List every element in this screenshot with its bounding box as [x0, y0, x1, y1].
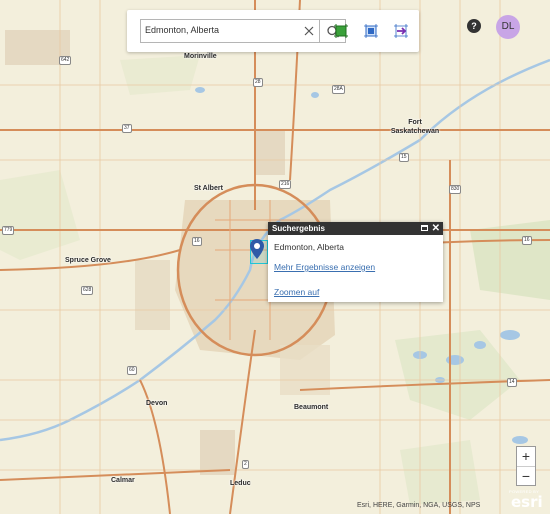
zoom-control: + −: [516, 446, 536, 486]
extent-icon[interactable]: [363, 23, 379, 39]
place-fort-saskatchewan: Fort Saskatchewan: [385, 118, 445, 136]
popup-result-name: Edmonton, Alberta: [274, 242, 344, 252]
more-results-link[interactable]: Mehr Ergebnisse anzeigen: [274, 262, 375, 272]
search-result-popup: Suchergebnis ✕ Edmonton, Alberta Mehr Er…: [268, 222, 443, 302]
place-fort-saskatchewan-label: Fort Saskatchewan: [390, 119, 440, 135]
highway-shield: 642: [59, 56, 72, 65]
highway-shield: 28A: [332, 85, 345, 94]
map-pin-icon[interactable]: [250, 239, 264, 259]
popup-title: Suchergebnis: [272, 224, 325, 233]
move-to-icon[interactable]: [393, 23, 409, 39]
esri-logo-name: esri: [511, 493, 543, 511]
place-calmar: Calmar: [111, 477, 135, 484]
highway-shield: 16: [522, 236, 532, 245]
highway-shield: 16: [192, 237, 202, 246]
highway-shield: 830: [449, 185, 462, 194]
popup-header: Suchergebnis ✕: [268, 222, 443, 235]
user-avatar[interactable]: DL: [496, 15, 520, 39]
search-toolbar: Edmonton, Alberta: [127, 10, 419, 52]
map-attribution: Esri, HERE, Garmin, NGA, USGS, NPS: [357, 502, 481, 509]
highway-shield: 60: [127, 366, 137, 375]
place-leduc: Leduc: [230, 480, 251, 487]
search-input[interactable]: Edmonton, Alberta: [140, 19, 320, 43]
maximize-icon[interactable]: [421, 225, 428, 231]
place-st-albert: St Albert: [194, 185, 223, 192]
esri-logo[interactable]: POWERED BY esri: [507, 488, 547, 512]
highway-shield: 28: [253, 78, 263, 87]
highway-shield: 2: [242, 460, 249, 469]
highway-shield: 216: [279, 180, 292, 189]
select-area-icon[interactable]: [333, 23, 349, 39]
clear-icon[interactable]: [302, 23, 316, 39]
close-icon[interactable]: ✕: [432, 222, 440, 235]
place-devon: Devon: [146, 400, 168, 407]
place-spruce-grove: Spruce Grove: [65, 257, 111, 264]
zoom-out-button[interactable]: −: [517, 467, 535, 486]
highway-shield: 779: [2, 226, 15, 235]
highway-shield: 14: [507, 378, 517, 387]
highway-shield: 37: [122, 124, 132, 133]
search-input-value: Edmonton, Alberta: [145, 25, 220, 35]
highway-shield: 628: [81, 286, 94, 295]
highway-shield: 15: [399, 153, 409, 162]
help-button[interactable]: ?: [467, 19, 481, 33]
zoom-in-button[interactable]: +: [517, 447, 535, 467]
place-beaumont: Beaumont: [294, 404, 329, 411]
zoom-to-link[interactable]: Zoomen auf: [274, 287, 319, 297]
place-morinville: Morinville: [184, 53, 217, 60]
